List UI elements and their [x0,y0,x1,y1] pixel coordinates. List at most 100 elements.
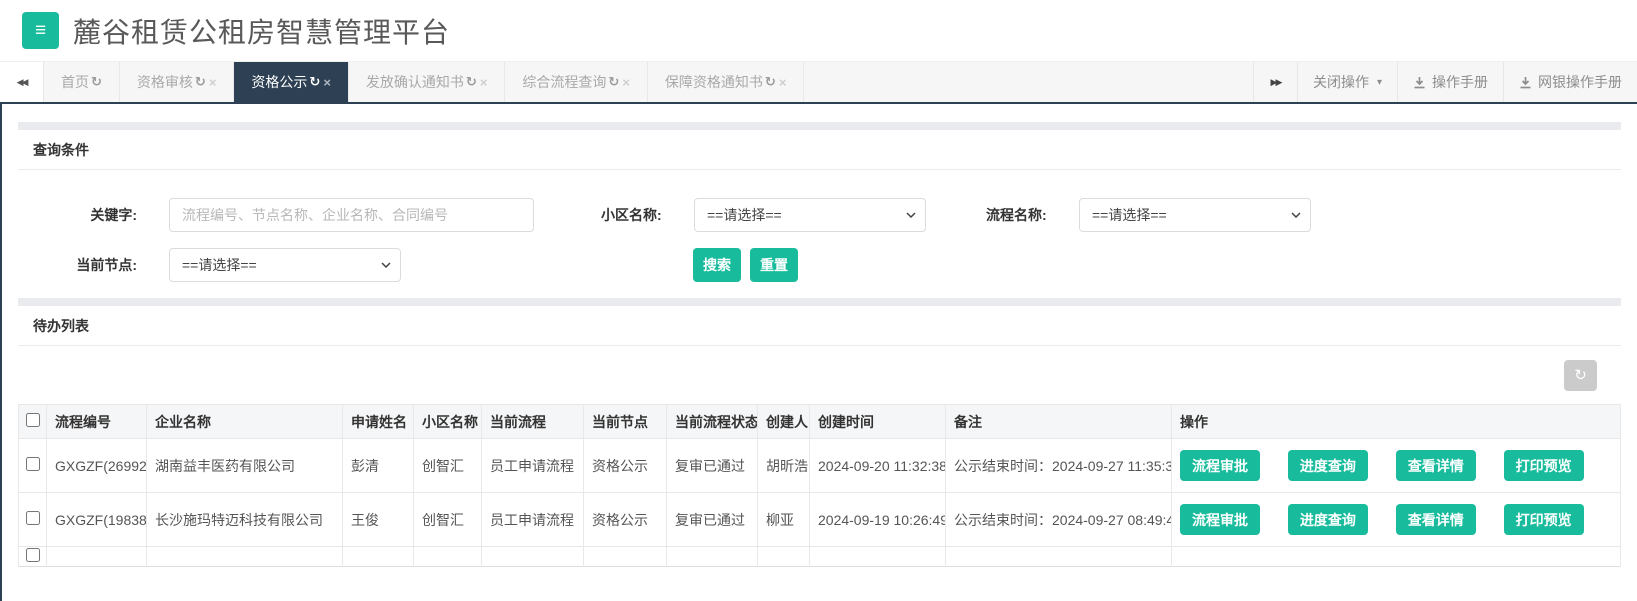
todo-panel-title: 待办列表 [18,306,1621,346]
tab-label: 资格公示 [251,74,308,90]
bank-manual-link[interactable]: 网银操作手册 [1503,62,1637,102]
close-icon[interactable]: × [209,75,217,90]
caret-down-icon: ▾ [1376,76,1382,88]
operation-manual-label: 操作手册 [1432,74,1488,90]
row-checkbox[interactable] [25,457,40,471]
refresh-icon[interactable]: ↻ [466,74,477,90]
tab-label: 发放确认通知书 [365,74,464,90]
row-checkbox[interactable] [25,511,40,525]
community-select-wrap: ==请选择== [694,198,926,232]
tab-label: 首页 [61,74,89,90]
app-header: ≡ 麓谷租赁公租房智慧管理平台 [0,0,1637,62]
cell-process-no: GXGZF(19838) [46,492,147,547]
cell-process: 员工申请流程 [481,438,584,493]
query-panel-body: 关键字: 小区名称: ==请选择== 流程名称: ==请选择== 当前节点: =… [18,170,1621,282]
col-process: 当前流程 [481,404,584,439]
print-preview-button[interactable]: 打印预览 [1503,504,1584,535]
current-node-label: 当前节点: [76,257,137,273]
main-content: 查询条件 关键字: 小区名称: ==请选择== 流程名称: ==请选择== 当前… [0,104,1637,601]
current-node-select[interactable]: ==请选择== [169,248,401,282]
cell-node: 资格公示 [583,492,667,547]
col-actions: 操作 [1171,404,1621,439]
close-operations-dropdown[interactable]: 关闭操作 ▾ [1296,62,1397,102]
todo-table: 流程编号 企业名称 申请姓名 小区名称 当前流程 当前节点 当前流程状态 创建人… [18,404,1621,567]
bank-manual-label: 网银操作手册 [1538,74,1622,90]
view-details-button[interactable]: 查看详情 [1395,504,1476,535]
query-form-row-1: 关键字: 小区名称: ==请选择== 流程名称: ==请选择== [33,198,1606,232]
cell-community: 创智汇 [413,438,482,493]
col-company: 企业名称 [146,404,343,439]
cell-creator: 胡昕浩 [757,438,810,493]
cell-applicant: 彭清 [342,438,414,493]
node-select-wrap: ==请选择== [169,248,401,282]
download-icon [1414,76,1425,88]
process-name-label: 流程名称: [986,207,1047,223]
query-conditions-panel: 查询条件 关键字: 小区名称: ==请选择== 流程名称: ==请选择== 当前… [18,122,1621,282]
scroll-tabs-left-button[interactable]: ◀◀ [0,62,44,102]
tab-guarantee-notice[interactable]: 保障资格通知书 ↻ × [647,62,805,102]
tab-label: 保障资格通知书 [664,74,763,90]
tab-qualification-publicity[interactable]: 资格公示 ↻ × [234,62,349,102]
col-node: 当前节点 [583,404,667,439]
double-left-icon: ◀◀ [16,76,29,87]
cell-process-no: GXGZF(26992) [46,438,147,493]
cell-remark: 公示结束时间：2024-09-27 11:35:35 [945,438,1172,493]
table-row: GXGZF(26992) 湖南益丰医药有限公司 彭清 创智汇 员工申请流程 资格… [18,438,1621,493]
reset-button[interactable]: 重置 [750,248,798,282]
refresh-icon[interactable]: ↻ [608,74,619,90]
refresh-icon[interactable]: ↻ [91,74,102,90]
select-all-checkbox[interactable] [25,413,40,427]
query-form-row-2: 当前节点: ==请选择== 搜索 重置 [33,248,1606,282]
process-approval-button[interactable]: 流程审批 [1180,450,1260,481]
tab-process-query[interactable]: 综合流程查询 ↻ × [505,62,648,102]
search-button[interactable]: 搜索 [693,248,741,282]
process-approval-button[interactable]: 流程审批 [1180,504,1260,535]
operation-manual-link[interactable]: 操作手册 [1397,62,1503,102]
table-row: GXGZF(19838) 长沙施玛特迈科技有限公司 王俊 创智汇 员工申请流程 … [18,492,1621,547]
download-icon [1520,76,1531,88]
cell-company: 长沙施玛特迈科技有限公司 [146,492,343,547]
close-icon[interactable]: × [480,75,488,90]
refresh-icon: ↻ [1574,367,1587,384]
tab-qualification-review[interactable]: 资格审核 ↻ × [119,62,235,102]
community-label: 小区名称: [601,207,662,223]
col-status: 当前流程状态 [666,404,758,439]
scroll-tabs-right-button[interactable]: ▶▶ [1252,62,1297,102]
hamburger-menu-button[interactable]: ≡ [22,12,59,49]
cell-created: 2024-09-20 11:32:38 [809,438,946,493]
col-process-no: 流程编号 [46,404,147,439]
cell-applicant: 王俊 [342,492,414,547]
col-created: 创建时间 [809,404,946,439]
progress-query-button[interactable]: 进度查询 [1287,450,1368,481]
todo-list-panel: 待办列表 ↻ 流程编号 企业名称 申请姓名 小区名称 当前流程 当前节点 当前流 [18,298,1621,567]
process-select-wrap: ==请选择== [1079,198,1311,232]
refresh-icon[interactable]: ↻ [195,74,206,90]
process-select[interactable]: ==请选择== [1079,198,1311,232]
cell-process: 员工申请流程 [481,492,584,547]
close-icon[interactable]: × [622,75,630,90]
page-title: 麓谷租赁公租房智慧管理平台 [73,16,451,48]
tab-issue-confirmation-notice[interactable]: 发放确认通知书 ↻ × [348,62,506,102]
cell-actions: 流程审批 进度查询 查看详情 打印预览 [1171,492,1621,547]
tab-label: 资格审核 [136,74,193,90]
print-preview-button[interactable]: 打印预览 [1503,450,1584,481]
panel-top-strip [18,298,1621,306]
progress-query-button[interactable]: 进度查询 [1287,504,1368,535]
close-operations-label: 关闭操作 [1312,74,1369,90]
close-icon[interactable]: × [779,75,787,90]
close-icon[interactable]: × [323,75,331,90]
cell-node: 资格公示 [583,438,667,493]
refresh-icon[interactable]: ↻ [309,74,320,90]
tabbar-spacer [804,62,1253,102]
cell-created: 2024-09-19 10:26:49 [809,492,946,547]
panel-top-strip [18,122,1621,130]
refresh-table-button[interactable]: ↻ [1564,359,1597,391]
row-checkbox[interactable] [25,548,40,562]
table-row-partial [18,546,1621,567]
tab-home[interactable]: 首页 ↻ [44,62,120,102]
view-details-button[interactable]: 查看详情 [1395,450,1476,481]
refresh-icon[interactable]: ↻ [765,74,776,90]
community-select[interactable]: ==请选择== [694,198,926,232]
cell-status: 复审已通过 [666,438,758,493]
keyword-input[interactable] [169,198,534,232]
